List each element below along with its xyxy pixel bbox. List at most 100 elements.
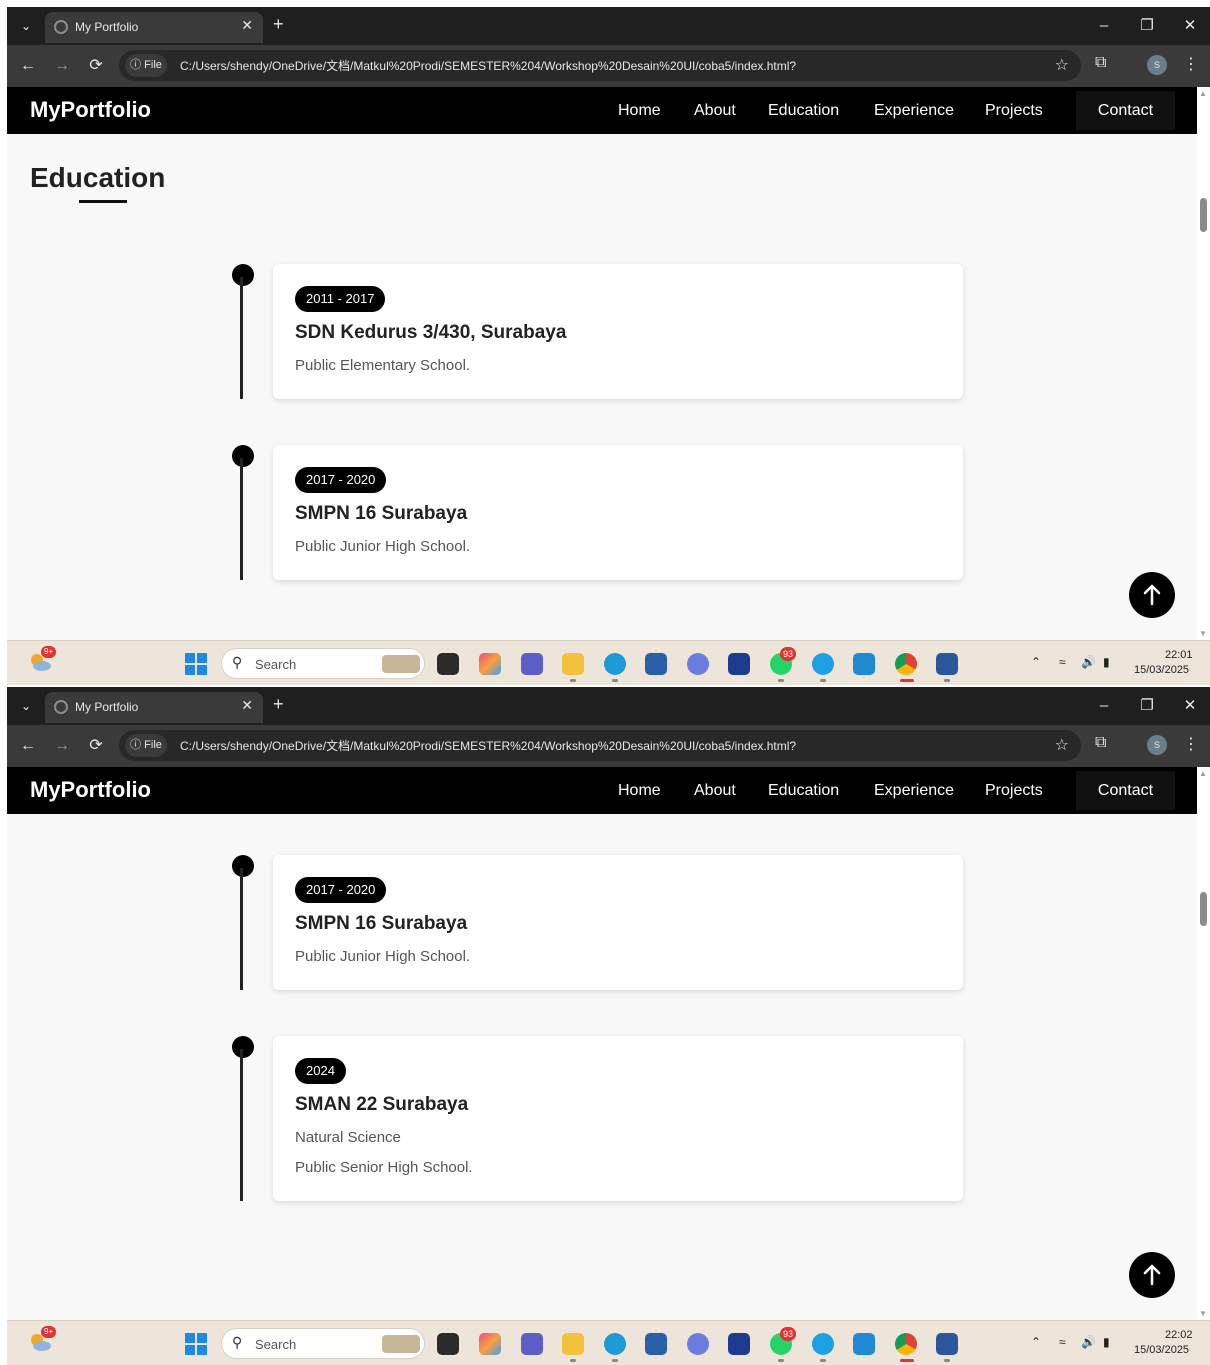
scrollbar-thumb[interactable] <box>1200 892 1207 926</box>
tab-search-chevron-icon[interactable]: ⌄ <box>15 695 37 717</box>
bookmark-star-icon[interactable]: ☆ <box>1055 55 1069 75</box>
vscode-icon[interactable] <box>853 1333 875 1355</box>
app-a-icon[interactable] <box>687 653 709 675</box>
taskbar-search[interactable]: ⚲ Search <box>221 648 425 679</box>
microsoft-store-icon[interactable] <box>645 653 667 675</box>
task-view-icon[interactable] <box>437 1333 459 1355</box>
volume-icon[interactable]: 🔊 <box>1081 655 1096 669</box>
back-to-top-button[interactable] <box>1129 1252 1175 1298</box>
task-view-icon[interactable] <box>437 653 459 675</box>
tray-chevron-up-icon[interactable]: ⌃ <box>1031 1335 1041 1349</box>
teams-icon[interactable] <box>521 653 543 675</box>
app-drop-icon[interactable] <box>812 1333 834 1355</box>
nav-about[interactable]: About <box>694 102 736 120</box>
timeline-line <box>240 458 243 580</box>
brand-logo[interactable]: MyPortfolio <box>30 97 151 123</box>
reload-icon[interactable]: ⟳ <box>84 734 108 758</box>
word-icon[interactable] <box>936 1333 958 1355</box>
back-to-top-button[interactable] <box>1129 572 1175 618</box>
extensions-puzzle-icon[interactable]: ⧉ <box>1095 54 1106 72</box>
nav-experience[interactable]: Experience <box>874 102 954 120</box>
edge-icon[interactable] <box>604 1333 626 1355</box>
nav-home[interactable]: Home <box>618 782 661 800</box>
nav-projects[interactable]: Projects <box>985 102 1043 120</box>
site-info-button[interactable]: ⓘ File <box>125 54 167 77</box>
nav-contact[interactable]: Contact <box>1076 771 1175 810</box>
clock-time[interactable]: 22:02 <box>1165 1329 1193 1341</box>
copilot-icon[interactable] <box>479 653 501 675</box>
scroll-down-icon[interactable]: ▼ <box>1199 1309 1207 1318</box>
vscode-icon[interactable] <box>853 653 875 675</box>
minimize-icon[interactable]: – <box>1084 13 1124 39</box>
word-icon[interactable] <box>936 653 958 675</box>
clock-date[interactable]: 15/03/2025 <box>1134 1344 1189 1356</box>
url-omnibox[interactable]: ⓘ File C:/Users/shendy/OneDrive/文档/Matku… <box>119 50 1081 81</box>
battery-icon[interactable]: ▮ <box>1103 1335 1110 1349</box>
window-close-icon[interactable]: ✕ <box>1170 13 1210 39</box>
edge-icon[interactable] <box>604 653 626 675</box>
nav-experience[interactable]: Experience <box>874 782 954 800</box>
nav-education[interactable]: Education <box>768 102 839 120</box>
forward-arrow-icon[interactable]: → <box>50 54 74 78</box>
scroll-up-icon[interactable]: ▲ <box>1199 89 1207 98</box>
reload-icon[interactable]: ⟳ <box>84 54 108 78</box>
tab-my-portfolio[interactable]: My Portfolio ✕ <box>45 12 263 43</box>
scrollbar-thumb[interactable] <box>1200 198 1207 232</box>
extensions-puzzle-icon[interactable]: ⧉ <box>1095 734 1106 752</box>
nav-home[interactable]: Home <box>618 102 661 120</box>
app-a-icon[interactable] <box>687 1333 709 1355</box>
close-icon[interactable]: ✕ <box>241 17 253 34</box>
site-info-button[interactable]: ⓘ File <box>125 734 167 757</box>
nav-contact[interactable]: Contact <box>1076 91 1175 130</box>
restore-icon[interactable]: ❐ <box>1127 693 1167 719</box>
site-navbar: MyPortfolio Home About Education Experie… <box>7 767 1197 814</box>
taskbar-search[interactable]: ⚲ Search <box>221 1328 425 1359</box>
nav-about[interactable]: About <box>694 782 736 800</box>
teams-icon[interactable] <box>521 1333 543 1355</box>
windows-start-icon[interactable] <box>185 1333 207 1355</box>
volume-icon[interactable]: 🔊 <box>1081 1335 1096 1349</box>
app-l-icon[interactable] <box>728 653 750 675</box>
chrome-icon[interactable] <box>895 1333 917 1355</box>
microsoft-store-icon[interactable] <box>645 1333 667 1355</box>
new-tab-plus-icon[interactable]: + <box>273 694 284 715</box>
file-explorer-icon[interactable] <box>562 1333 584 1355</box>
brand-logo[interactable]: MyPortfolio <box>30 777 151 803</box>
back-arrow-icon[interactable]: ← <box>16 734 40 758</box>
scroll-up-icon[interactable]: ▲ <box>1199 769 1207 778</box>
file-explorer-icon[interactable] <box>562 653 584 675</box>
clock-date[interactable]: 15/03/2025 <box>1134 664 1189 676</box>
weather-badge: 9+ <box>41 1326 57 1338</box>
clock-time[interactable]: 22:01 <box>1165 649 1193 661</box>
windows-start-icon[interactable] <box>185 653 207 675</box>
minimize-icon[interactable]: – <box>1084 693 1124 719</box>
profile-avatar[interactable]: S <box>1147 735 1167 755</box>
profile-avatar[interactable]: S <box>1147 55 1167 75</box>
back-arrow-icon[interactable]: ← <box>16 54 40 78</box>
nav-education[interactable]: Education <box>768 782 839 800</box>
restore-icon[interactable]: ❐ <box>1127 13 1167 39</box>
copilot-icon[interactable] <box>479 1333 501 1355</box>
wifi-icon[interactable]: ≈ <box>1059 1335 1066 1349</box>
browser-window-1: ⌄ My Portfolio ✕ + – ❐ ✕ ← → ⟳ ⓘ File C:… <box>7 7 1210 685</box>
window-close-icon[interactable]: ✕ <box>1170 693 1210 719</box>
browser-menu-icon[interactable]: ⋮ <box>1183 734 1199 754</box>
wifi-icon[interactable]: ≈ <box>1059 655 1066 669</box>
tab-search-chevron-icon[interactable]: ⌄ <box>15 15 37 37</box>
page-scrollbar[interactable]: ▲ ▼ <box>1197 767 1210 1320</box>
url-omnibox[interactable]: ⓘ File C:/Users/shendy/OneDrive/文档/Matku… <box>119 730 1081 761</box>
tab-my-portfolio[interactable]: My Portfolio ✕ <box>45 692 263 723</box>
browser-menu-icon[interactable]: ⋮ <box>1183 54 1199 74</box>
new-tab-plus-icon[interactable]: + <box>273 14 284 35</box>
tray-chevron-up-icon[interactable]: ⌃ <box>1031 655 1041 669</box>
chrome-icon[interactable] <box>895 653 917 675</box>
forward-arrow-icon[interactable]: → <box>50 734 74 758</box>
bookmark-star-icon[interactable]: ☆ <box>1055 735 1069 755</box>
nav-projects[interactable]: Projects <box>985 782 1043 800</box>
page-scrollbar[interactable]: ▲ ▼ <box>1197 87 1210 640</box>
scroll-down-icon[interactable]: ▼ <box>1199 629 1207 638</box>
battery-icon[interactable]: ▮ <box>1103 655 1110 669</box>
close-icon[interactable]: ✕ <box>241 697 253 714</box>
app-l-icon[interactable] <box>728 1333 750 1355</box>
app-drop-icon[interactable] <box>812 653 834 675</box>
